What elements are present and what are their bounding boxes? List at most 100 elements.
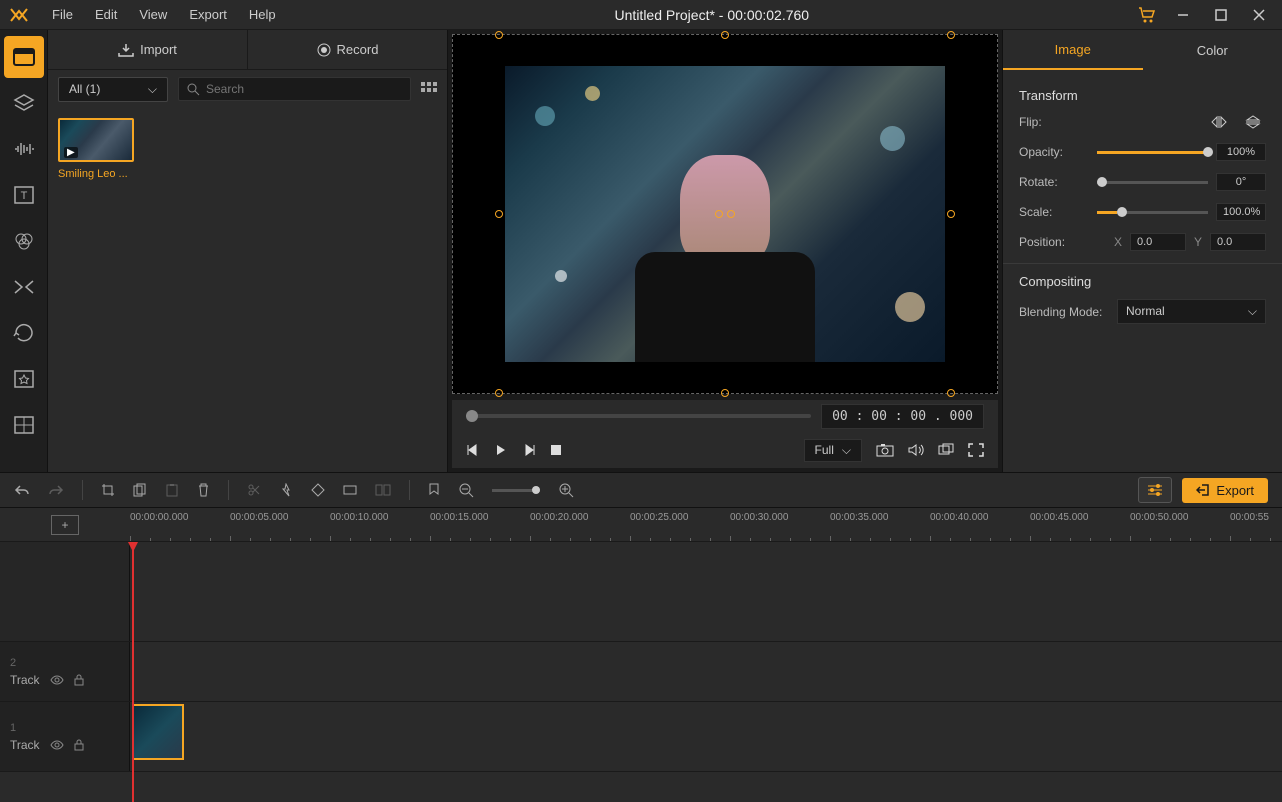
- media-item[interactable]: Smiling Leo ...: [58, 118, 136, 180]
- keyframe-button[interactable]: [311, 483, 325, 497]
- lock-icon[interactable]: [74, 674, 84, 686]
- copy-button[interactable]: [133, 483, 147, 497]
- search-box[interactable]: [178, 77, 411, 101]
- group-button[interactable]: [375, 484, 391, 496]
- maximize-button[interactable]: [1206, 3, 1236, 27]
- scrubber-thumb[interactable]: [466, 410, 478, 422]
- track-body[interactable]: [130, 702, 1282, 771]
- track-header: 1 Track: [0, 702, 130, 771]
- flip-vertical-button[interactable]: [1240, 113, 1266, 131]
- chevron-down-icon: ⌵: [1248, 304, 1257, 319]
- play-button[interactable]: [494, 443, 508, 457]
- menu-edit[interactable]: Edit: [85, 3, 127, 26]
- opacity-label: Opacity:: [1019, 145, 1089, 159]
- split-button[interactable]: [247, 483, 261, 497]
- props-tab-image[interactable]: Image: [1003, 30, 1143, 70]
- grid-view-icon[interactable]: [421, 82, 437, 96]
- preview-size-dropdown[interactable]: Full ⌵: [804, 439, 862, 462]
- delete-button[interactable]: [197, 483, 210, 497]
- lock-icon[interactable]: [74, 739, 84, 751]
- sidebar-motion-icon[interactable]: [4, 312, 44, 354]
- main-menu: File Edit View Export Help: [42, 3, 286, 26]
- track-number: 2: [10, 657, 119, 669]
- titlebar: File Edit View Export Help Untitled Proj…: [0, 0, 1282, 30]
- props-tab-color[interactable]: Color: [1143, 30, 1282, 70]
- import-tab[interactable]: Import: [48, 30, 248, 69]
- filter-label: All (1): [69, 82, 100, 96]
- media-thumbnail[interactable]: [58, 118, 134, 162]
- redo-button[interactable]: [48, 483, 64, 497]
- undo-button[interactable]: [14, 483, 30, 497]
- preview-time-display: 00 : 00 : 00 . 000: [821, 404, 984, 429]
- cart-icon[interactable]: [1138, 7, 1156, 23]
- menu-file[interactable]: File: [42, 3, 83, 26]
- track-header: 2 Track: [0, 642, 130, 701]
- export-button[interactable]: Export: [1182, 478, 1268, 503]
- paste-button[interactable]: [165, 483, 179, 497]
- sidebar-audio-icon[interactable]: [4, 128, 44, 170]
- prev-frame-button[interactable]: [466, 443, 480, 457]
- sidebar-effects-icon[interactable]: [4, 358, 44, 400]
- track-body[interactable]: [130, 642, 1282, 701]
- transform-section-label: Transform: [1019, 88, 1266, 103]
- scale-slider[interactable]: [1097, 211, 1208, 214]
- import-icon: [118, 43, 134, 57]
- scale-value[interactable]: 100.0%: [1216, 203, 1266, 221]
- visibility-icon[interactable]: [50, 675, 64, 685]
- timeline-ruler[interactable]: + 00:00:00.00000:00:05.00000:00:10.00000…: [0, 508, 1282, 542]
- record-tab[interactable]: Record: [248, 30, 447, 69]
- sidebar-text-icon[interactable]: T: [4, 174, 44, 216]
- opacity-value[interactable]: 100%: [1216, 143, 1266, 161]
- stop-button[interactable]: [550, 444, 562, 456]
- preview-image[interactable]: [505, 66, 945, 362]
- sidebar-layers-icon[interactable]: [4, 82, 44, 124]
- opacity-slider[interactable]: [1097, 151, 1208, 154]
- ruler-tick-label: 00:00:45.000: [1030, 512, 1088, 523]
- tool-sidebar: T: [0, 30, 48, 472]
- menu-export[interactable]: Export: [179, 3, 237, 26]
- sidebar-split-icon[interactable]: [4, 404, 44, 446]
- track-number: 1: [10, 722, 119, 734]
- minimize-button[interactable]: [1168, 3, 1198, 27]
- sidebar-filters-icon[interactable]: [4, 220, 44, 262]
- aspect-button[interactable]: [343, 483, 357, 497]
- preview-canvas[interactable]: [452, 34, 998, 394]
- marker-button[interactable]: [428, 483, 440, 497]
- pos-x-label: X: [1114, 235, 1122, 249]
- rotate-value[interactable]: 0°: [1216, 173, 1266, 191]
- add-track-button[interactable]: +: [51, 515, 79, 535]
- playhead[interactable]: [132, 542, 134, 802]
- close-button[interactable]: [1244, 3, 1274, 27]
- detach-button[interactable]: [938, 443, 954, 457]
- snapshot-button[interactable]: [876, 443, 894, 457]
- volume-button[interactable]: [908, 443, 924, 457]
- blend-mode-dropdown[interactable]: Normal ⌵: [1117, 299, 1266, 324]
- ruler-tick-label: 00:00:50.000: [1130, 512, 1188, 523]
- app-logo-icon: [8, 4, 30, 26]
- timeline-clip[interactable]: [132, 704, 184, 760]
- sidebar-transitions-icon[interactable]: [4, 266, 44, 308]
- pos-y-label: Y: [1194, 235, 1202, 249]
- zoom-in-button[interactable]: [558, 482, 574, 498]
- preview-scrubber[interactable]: [466, 414, 811, 418]
- ruler-tick-label: 00:00:40.000: [930, 512, 988, 523]
- position-y-input[interactable]: [1210, 233, 1266, 251]
- search-input[interactable]: [206, 82, 402, 96]
- menu-help[interactable]: Help: [239, 3, 286, 26]
- scale-label: Scale:: [1019, 205, 1089, 219]
- next-frame-button[interactable]: [522, 443, 536, 457]
- speed-button[interactable]: [279, 483, 293, 497]
- timeline-settings-button[interactable]: [1138, 477, 1172, 503]
- rotate-slider[interactable]: [1097, 181, 1208, 184]
- visibility-icon[interactable]: [50, 740, 64, 750]
- sidebar-media-icon[interactable]: [4, 36, 44, 78]
- menu-view[interactable]: View: [129, 3, 177, 26]
- flip-horizontal-button[interactable]: [1206, 113, 1232, 131]
- crop-button[interactable]: [101, 483, 115, 497]
- media-filter-dropdown[interactable]: All (1) ⌵: [58, 77, 168, 102]
- fullscreen-button[interactable]: [968, 443, 984, 457]
- zoom-out-button[interactable]: [458, 482, 474, 498]
- chevron-down-icon: ⌵: [148, 82, 157, 97]
- position-x-input[interactable]: [1130, 233, 1186, 251]
- zoom-slider[interactable]: [492, 489, 540, 492]
